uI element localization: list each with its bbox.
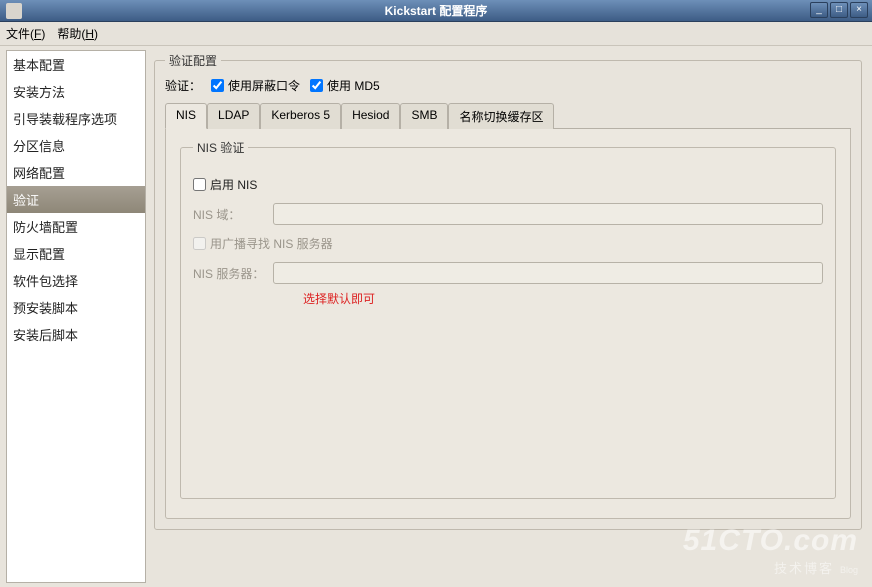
- tab-名称切换缓存区[interactable]: 名称切换缓存区: [448, 103, 554, 129]
- menu-help-label: 帮助: [57, 27, 81, 41]
- nis-domain-input[interactable]: [273, 203, 823, 225]
- close-button[interactable]: ×: [850, 2, 868, 18]
- sidebar-item-9[interactable]: 预安装脚本: [7, 294, 145, 321]
- nis-server-input[interactable]: [273, 262, 823, 284]
- nis-enable-row: 启用 NIS: [193, 176, 823, 193]
- sidebar-item-6[interactable]: 防火墙配置: [7, 213, 145, 240]
- nis-group-legend: NIS 验证: [193, 139, 248, 156]
- window-controls: _ □ ×: [810, 2, 868, 18]
- menu-help-mnemonic: H: [85, 27, 94, 41]
- nis-enable-checkbox[interactable]: [193, 178, 206, 191]
- menu-file-label: 文件: [6, 27, 30, 41]
- auth-tabs: NISLDAPKerberos 5HesiodSMB名称切换缓存区: [165, 102, 851, 129]
- sidebar-item-4[interactable]: 网络配置: [7, 159, 145, 186]
- md5-checkbox[interactable]: [310, 79, 323, 92]
- tabpage-nis: NIS 验证 启用 NIS NIS 域：: [165, 129, 851, 519]
- tab-hesiod[interactable]: Hesiod: [341, 103, 400, 129]
- sidebar-item-1[interactable]: 安装方法: [7, 78, 145, 105]
- nis-broadcast-wrap[interactable]: 用广播寻找 NIS 服务器: [193, 235, 333, 252]
- nis-enable-label: 启用 NIS: [210, 176, 257, 193]
- app-icon: [6, 3, 22, 19]
- auth-config-group: 验证配置 验证： 使用屏蔽口令 使用 MD5 NISLDAPKerberos 5…: [154, 52, 862, 530]
- shadow-checkbox[interactable]: [211, 79, 224, 92]
- auth-config-legend: 验证配置: [165, 52, 221, 69]
- menu-bar: 文件(F) 帮助(H): [0, 22, 872, 46]
- sidebar-item-2[interactable]: 引导装载程序选项: [7, 105, 145, 132]
- auth-label: 验证：: [165, 77, 201, 94]
- tab-nis[interactable]: NIS: [165, 103, 207, 129]
- nis-broadcast-label: 用广播寻找 NIS 服务器: [210, 235, 333, 252]
- main-panel: 验证配置 验证： 使用屏蔽口令 使用 MD5 NISLDAPKerberos 5…: [146, 46, 872, 587]
- nis-domain-label: NIS 域：: [193, 206, 265, 223]
- annotation-text: 选择默认即可: [303, 290, 823, 307]
- sidebar-item-10[interactable]: 安装后脚本: [7, 321, 145, 348]
- watermark-line2: 技术博客 Blog: [683, 558, 858, 577]
- sidebar-item-5[interactable]: 验证: [7, 186, 145, 213]
- sidebar-item-7[interactable]: 显示配置: [7, 240, 145, 267]
- md5-checkbox-wrap[interactable]: 使用 MD5: [310, 77, 380, 94]
- tab-smb[interactable]: SMB: [400, 103, 448, 129]
- tab-kerberos-5[interactable]: Kerberos 5: [260, 103, 341, 129]
- nis-server-row: NIS 服务器：: [193, 262, 823, 284]
- watermark-blog: Blog: [840, 565, 858, 575]
- nis-broadcast-row: 用广播寻找 NIS 服务器: [193, 235, 823, 252]
- nis-domain-row: NIS 域：: [193, 203, 823, 225]
- menu-help[interactable]: 帮助(H): [57, 25, 98, 42]
- watermark-line2-text: 技术博客: [774, 561, 834, 576]
- nis-server-label: NIS 服务器：: [193, 265, 265, 282]
- menu-file[interactable]: 文件(F): [6, 25, 45, 42]
- minimize-button[interactable]: _: [810, 2, 828, 18]
- shadow-checkbox-wrap[interactable]: 使用屏蔽口令: [211, 77, 300, 94]
- title-bar: Kickstart 配置程序 _ □ ×: [0, 0, 872, 22]
- menu-file-mnemonic: F: [34, 27, 41, 41]
- tab-ldap[interactable]: LDAP: [207, 103, 260, 129]
- nis-broadcast-checkbox[interactable]: [193, 237, 206, 250]
- watermark: 51CTO.com 技术博客Blog: [683, 524, 858, 577]
- window-title: Kickstart 配置程序: [385, 2, 488, 19]
- nis-group: NIS 验证 启用 NIS NIS 域：: [180, 139, 836, 499]
- sidebar-item-0[interactable]: 基本配置: [7, 51, 145, 78]
- sidebar-item-3[interactable]: 分区信息: [7, 132, 145, 159]
- auth-options-row: 验证： 使用屏蔽口令 使用 MD5: [165, 75, 851, 98]
- sidebar-item-8[interactable]: 软件包选择: [7, 267, 145, 294]
- shadow-checkbox-label: 使用屏蔽口令: [228, 77, 300, 94]
- md5-checkbox-label: 使用 MD5: [327, 77, 380, 94]
- nis-enable-wrap[interactable]: 启用 NIS: [193, 176, 257, 193]
- maximize-button[interactable]: □: [830, 2, 848, 18]
- sidebar: 基本配置安装方法引导装载程序选项分区信息网络配置验证防火墙配置显示配置软件包选择…: [6, 50, 146, 583]
